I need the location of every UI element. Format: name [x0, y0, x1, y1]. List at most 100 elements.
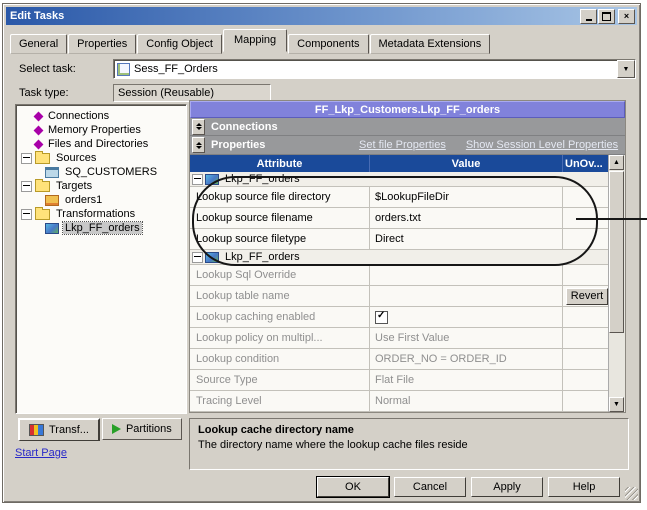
unoverride-cell: Revert [563, 286, 611, 306]
tree-item-targets[interactable]: Targets [16, 178, 186, 193]
up-arrow-icon [195, 141, 202, 145]
value-cell[interactable] [370, 286, 563, 306]
attribute-description-box: Lookup cache directory name The director… [189, 418, 629, 470]
group-label: Lkp_FF_orders [225, 173, 300, 185]
set-file-properties-link[interactable]: Set file Properties [359, 139, 446, 151]
tree-item-label: Connections [48, 110, 110, 122]
unoverride-cell [563, 328, 611, 348]
tree-item-label: Targets [56, 180, 93, 192]
expander-minus-icon[interactable] [21, 180, 32, 192]
dropdown-arrow-icon[interactable]: ▼ [617, 60, 635, 78]
value-cell[interactable]: Use First Value [370, 328, 563, 348]
select-task-value: Sess_FF_Orders [134, 63, 218, 75]
select-task-combobox[interactable]: Sess_FF_Orders ▼ [113, 59, 636, 79]
tree-item-connections[interactable]: Connections [16, 109, 186, 123]
tree-item-sq-customers[interactable]: SQ_CUSTOMERS [16, 165, 186, 179]
expander-minus-icon[interactable] [21, 208, 32, 220]
value-cell[interactable]: $LookupFileDir [370, 187, 563, 207]
help-button[interactable]: Help [548, 477, 620, 497]
expander-minus-icon[interactable] [192, 173, 203, 185]
grid-row[interactable]: Lookup caching enabled [190, 307, 611, 328]
attribute-cell: Lookup condition [190, 349, 370, 369]
tab-metadata-extensions[interactable]: Metadata Extensions [369, 34, 491, 54]
window-title: Edit Tasks [10, 10, 65, 22]
tree-item-label: SQ_CUSTOMERS [65, 166, 158, 178]
scrollbar-thumb[interactable] [609, 171, 624, 333]
tab-mapping[interactable]: Mapping [222, 29, 288, 52]
checkbox[interactable] [375, 310, 388, 324]
tab-config-object[interactable]: Config Object [137, 34, 222, 54]
grid-row[interactable]: Source Type Flat File [190, 370, 611, 391]
tree-item-orders1[interactable]: orders1 [16, 193, 186, 207]
dialog-button-row: OK Cancel Apply Help [3, 476, 628, 498]
value-column-header[interactable]: Value [370, 155, 563, 172]
grid-group-row[interactable]: Lkp_FF_orders [190, 250, 611, 265]
attribute-cell: Lookup caching enabled [190, 307, 370, 327]
grid-group-row[interactable]: Lkp_FF_orders [190, 172, 611, 187]
tab-general[interactable]: General [10, 34, 68, 54]
tab-properties[interactable]: Properties [68, 34, 137, 54]
grid-row[interactable]: Lookup Sql Override [190, 265, 611, 286]
value-cell[interactable] [370, 307, 563, 327]
grid-row[interactable]: Lookup source file directory $LookupFileD… [190, 187, 611, 208]
grid-row[interactable]: Lookup policy on multipl... Use First Val… [190, 328, 611, 349]
value-cell[interactable]: orders.txt [370, 208, 563, 228]
ok-button[interactable]: OK [316, 476, 390, 498]
footer-tab-partitions[interactable]: Partitions [101, 418, 182, 440]
properties-band-label: Properties [211, 139, 266, 151]
maximize-icon [602, 11, 611, 21]
grid-row[interactable]: Lookup source filename orders.txt [190, 208, 611, 229]
maximize-button[interactable] [598, 8, 615, 24]
tree-item-lkp-ff-orders[interactable]: Lkp_FF_orders [16, 221, 186, 235]
scroll-down-button[interactable]: ▼ [609, 397, 624, 412]
attribute-cell: Tracing Level [190, 391, 370, 411]
tree-item-transformations[interactable]: Transformations [16, 206, 186, 221]
show-session-level-properties-link[interactable]: Show Session Level Properties [466, 139, 618, 151]
expand-collapse-button[interactable] [192, 137, 205, 153]
close-button[interactable]: × [618, 8, 635, 24]
value-cell[interactable]: Flat File [370, 370, 563, 390]
source-icon [45, 166, 59, 178]
tree-item-sources[interactable]: Sources [16, 150, 186, 165]
tree-item-label: Memory Properties [48, 124, 141, 136]
properties-band[interactable]: Properties Set file Properties Show Sess… [190, 136, 625, 155]
grid-row[interactable]: Tracing Level Normal [190, 391, 611, 412]
attribute-cell: Lookup source file directory [190, 187, 370, 207]
partition-arrow-icon [111, 424, 121, 434]
grid-row[interactable]: Lookup source filetype Direct [190, 229, 611, 250]
expand-collapse-button[interactable] [192, 118, 205, 135]
attributes-grid: Lkp_FF_orders Lookup source file director… [190, 172, 611, 412]
folder-icon [35, 206, 50, 220]
apply-button[interactable]: Apply [471, 477, 543, 497]
vertical-scrollbar[interactable]: ▲ ▼ [608, 155, 625, 412]
value-cell[interactable]: Normal [370, 391, 563, 411]
tab-components[interactable]: Components [288, 34, 369, 54]
grid-row[interactable]: Lookup condition ORDER_NO = ORDER_ID [190, 349, 611, 370]
revert-button[interactable]: Revert [566, 287, 608, 305]
expander-minus-icon[interactable] [21, 152, 32, 164]
tree-item-memory-properties[interactable]: Memory Properties [16, 123, 186, 137]
cancel-button[interactable]: Cancel [394, 477, 466, 497]
attribute-column-header[interactable]: Attribute [190, 155, 370, 172]
description-title: Lookup cache directory name [198, 424, 354, 436]
value-cell[interactable]: Direct [370, 229, 563, 249]
scroll-up-button[interactable]: ▲ [609, 155, 624, 170]
value-cell[interactable]: ORDER_NO = ORDER_ID [370, 349, 563, 369]
footer-tab-transf[interactable]: Transf... [18, 418, 100, 441]
expander-minus-icon[interactable] [192, 251, 203, 263]
unoverride-cell [563, 391, 611, 411]
footer-tabstrip: Transf... Partitions [18, 418, 184, 441]
start-page-link[interactable]: Start Page [15, 447, 67, 459]
attribute-cell: Lookup policy on multipl... [190, 328, 370, 348]
tree-item-files-and-directories[interactable]: Files and Directories [16, 137, 186, 151]
down-arrow-icon [195, 145, 202, 149]
value-cell[interactable] [370, 265, 563, 285]
minimize-button[interactable] [580, 8, 597, 24]
unoverride-cell [563, 265, 611, 285]
grid-row[interactable]: Lookup table name Revert [190, 286, 611, 307]
task-type-label: Task type: [19, 87, 69, 99]
unoverride-column-header[interactable]: UnOv... [563, 155, 611, 172]
attribute-cell: Source Type [190, 370, 370, 390]
resize-grip[interactable] [625, 487, 638, 500]
connections-band[interactable]: Connections [190, 118, 625, 136]
